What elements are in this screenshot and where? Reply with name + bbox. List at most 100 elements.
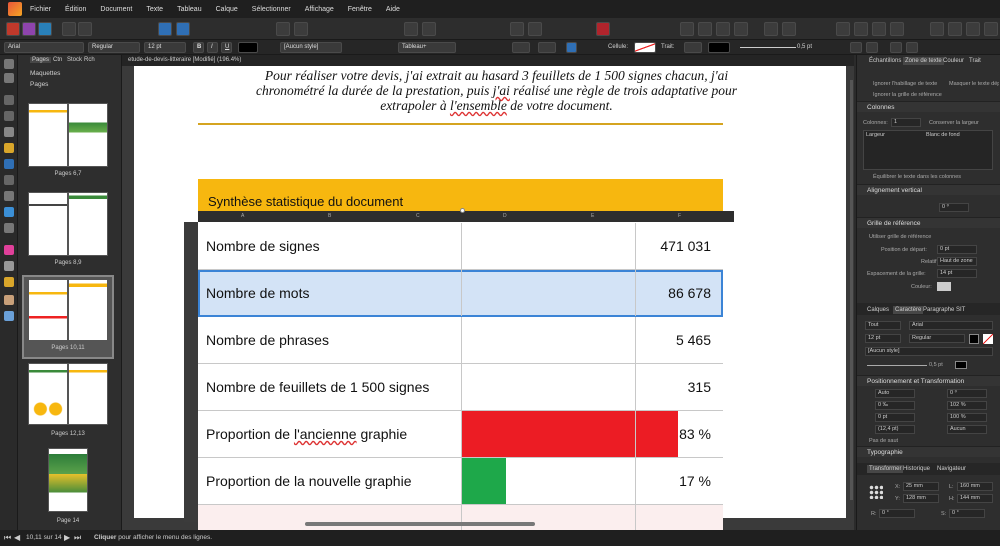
table-row[interactable]: Nombre de phrases 5 465 <box>198 317 723 364</box>
char-highlight-swatch[interactable] <box>983 334 993 344</box>
paragraph-style-select[interactable]: [Aucun style] <box>280 42 342 53</box>
start-position-field[interactable]: 0 pt <box>937 245 977 254</box>
tab-search[interactable]: Rch <box>84 57 95 63</box>
alignment-select[interactable] <box>512 42 530 53</box>
transparency-tool-icon[interactable] <box>4 223 14 233</box>
tracking-field[interactable]: 0 ‰ <box>875 401 915 410</box>
char-stroke-swatch[interactable] <box>955 361 967 369</box>
align-center-icon[interactable] <box>854 22 868 36</box>
document-canvas[interactable]: Pour réaliser votre devis, j'ai extrait … <box>122 66 854 530</box>
menu-affichage[interactable]: Affichage <box>305 6 334 13</box>
columns-count-field[interactable]: 1 <box>891 118 921 127</box>
picture-frame-icon[interactable] <box>294 22 308 36</box>
page-thumb-14[interactable]: Page 14 <box>24 448 112 528</box>
align-left-icon[interactable] <box>836 22 850 36</box>
use-grid-checkbox[interactable]: Utiliser grille de référence <box>869 234 931 240</box>
rotation-field[interactable]: 0 ° <box>879 509 915 518</box>
capitals-select[interactable]: Aucun <box>947 425 987 434</box>
ignore-wrap-checkbox[interactable]: Ignorer l'habillage de texte <box>873 81 937 87</box>
hand-tool-icon[interactable] <box>4 295 14 305</box>
grid-spacing-field[interactable]: 14 pt <box>937 269 977 278</box>
shape-tool-icon[interactable] <box>158 22 172 36</box>
char-style-select[interactable]: [Aucun style] <box>865 347 993 356</box>
typography-section[interactable]: Typographie <box>857 446 1000 457</box>
last-page-icon[interactable]: ⏭ <box>74 530 81 546</box>
tab-pages[interactable]: Pages <box>30 57 52 63</box>
font-style-select[interactable]: Regular <box>88 42 140 53</box>
menu-fichier[interactable]: Fichier <box>30 6 51 13</box>
pin-icon[interactable] <box>404 22 418 36</box>
table-row[interactable] <box>198 505 723 530</box>
baseline-grid-section[interactable]: Grille de référence <box>857 217 1000 228</box>
tab-stock[interactable]: Stock <box>67 57 82 63</box>
char-style-select[interactable]: Regular <box>909 334 965 343</box>
no-break-checkbox[interactable]: Pas de saut <box>869 438 898 444</box>
menu-fenetre[interactable]: Fenêtre <box>348 6 372 13</box>
table-row[interactable]: Nombre de feuillets de 1 500 signes 315 <box>198 364 723 411</box>
italic-button[interactable]: I <box>207 42 218 53</box>
persona-photo-icon[interactable] <box>22 22 36 36</box>
table-cols-icon[interactable] <box>890 42 902 53</box>
menu-edition[interactable]: Édition <box>65 6 86 13</box>
align-right-icon[interactable] <box>872 22 886 36</box>
tab-sit[interactable]: SIT <box>956 307 965 313</box>
relative-to-select[interactable]: Haut de zone <box>937 257 977 266</box>
stroke-width-slider[interactable] <box>740 47 796 48</box>
merge-cells-icon[interactable] <box>906 42 918 53</box>
menu-aide[interactable]: Aide <box>386 6 400 13</box>
boolean-subtract-icon[interactable] <box>948 22 962 36</box>
x-position-field[interactable]: 25 mm <box>903 482 939 491</box>
preview-mode-icon[interactable] <box>510 22 524 36</box>
table-tool-icon[interactable] <box>4 111 14 121</box>
tab-color[interactable]: Couleur <box>943 58 964 64</box>
text-color-swatch[interactable] <box>238 42 258 53</box>
page-thumb-8-9[interactable]: Pages 8,9 <box>24 192 112 272</box>
tab-transform[interactable]: Transformer <box>867 465 904 473</box>
move-forward-icon[interactable] <box>764 22 778 36</box>
columns-section-header[interactable]: Colonnes <box>857 101 1000 112</box>
distribute-icon[interactable] <box>890 22 904 36</box>
table-row-selected[interactable]: Nombre de mots 86 678 <box>198 270 723 317</box>
fill-tool-icon[interactable] <box>4 261 14 271</box>
picture-frame-tool-icon[interactable] <box>4 175 14 185</box>
table-row[interactable]: Nombre de signes 471 031 <box>198 223 723 270</box>
first-page-icon[interactable]: ⏮ <box>4 530 11 546</box>
char-color-swatch[interactable] <box>969 334 979 344</box>
position-transform-section[interactable]: Positionnement et Transformation <box>857 375 1000 386</box>
tab-paragraph[interactable]: Paragraphe <box>923 307 954 313</box>
vertical-scrollbar[interactable] <box>850 80 853 500</box>
horizontal-scale-field[interactable]: 100 % <box>947 413 987 422</box>
tab-navigator[interactable]: Navigateur <box>937 466 966 472</box>
anchor-grid-icon[interactable] <box>869 485 883 499</box>
boolean-add-icon[interactable] <box>930 22 944 36</box>
persona-publisher-icon[interactable] <box>6 22 20 36</box>
menu-tableau[interactable]: Tableau <box>177 6 202 13</box>
insert-pinned-icon[interactable] <box>734 22 748 36</box>
tab-history[interactable]: Historique <box>903 466 930 472</box>
view-mode-icon[interactable] <box>528 22 542 36</box>
insert-field-icon[interactable] <box>716 22 730 36</box>
frame-icon[interactable] <box>276 22 290 36</box>
insert-text-icon[interactable] <box>698 22 712 36</box>
preferences-icon[interactable] <box>78 22 92 36</box>
balance-columns-checkbox[interactable]: Équilibrer le texte dans les colonnes <box>873 174 961 180</box>
underline-button[interactable]: U <box>221 42 232 53</box>
frame-text-tool-icon[interactable] <box>4 95 14 105</box>
tab-swatches[interactable]: Échantillons <box>869 58 901 64</box>
persona-designer-icon[interactable] <box>38 22 52 36</box>
table-rows-icon[interactable] <box>866 42 878 53</box>
tab-stroke[interactable]: Trait <box>969 58 981 64</box>
table-row[interactable]: Proportion de la nouvelle graphie 17 % <box>198 458 723 505</box>
move-back-icon[interactable] <box>782 22 796 36</box>
vertical-align-field[interactable]: 0 ⁰ <box>939 203 969 212</box>
tab-character[interactable]: Caractère <box>893 306 924 314</box>
table-row[interactable]: Proportion de l'ancienne graphie 83 % <box>198 411 723 458</box>
zoom-tool-icon[interactable] <box>4 311 14 321</box>
assets-icon[interactable] <box>176 22 190 36</box>
table-format-select[interactable]: Tableau+ <box>398 42 456 53</box>
tab-layers[interactable]: Calques <box>867 307 889 313</box>
font-family-select[interactable]: Arial <box>4 42 84 53</box>
intro-paragraph[interactable]: Pour réaliser votre devis, j'ai extrait … <box>134 68 854 113</box>
eyedropper-tool-icon[interactable] <box>4 277 14 287</box>
link-icon[interactable] <box>422 22 436 36</box>
